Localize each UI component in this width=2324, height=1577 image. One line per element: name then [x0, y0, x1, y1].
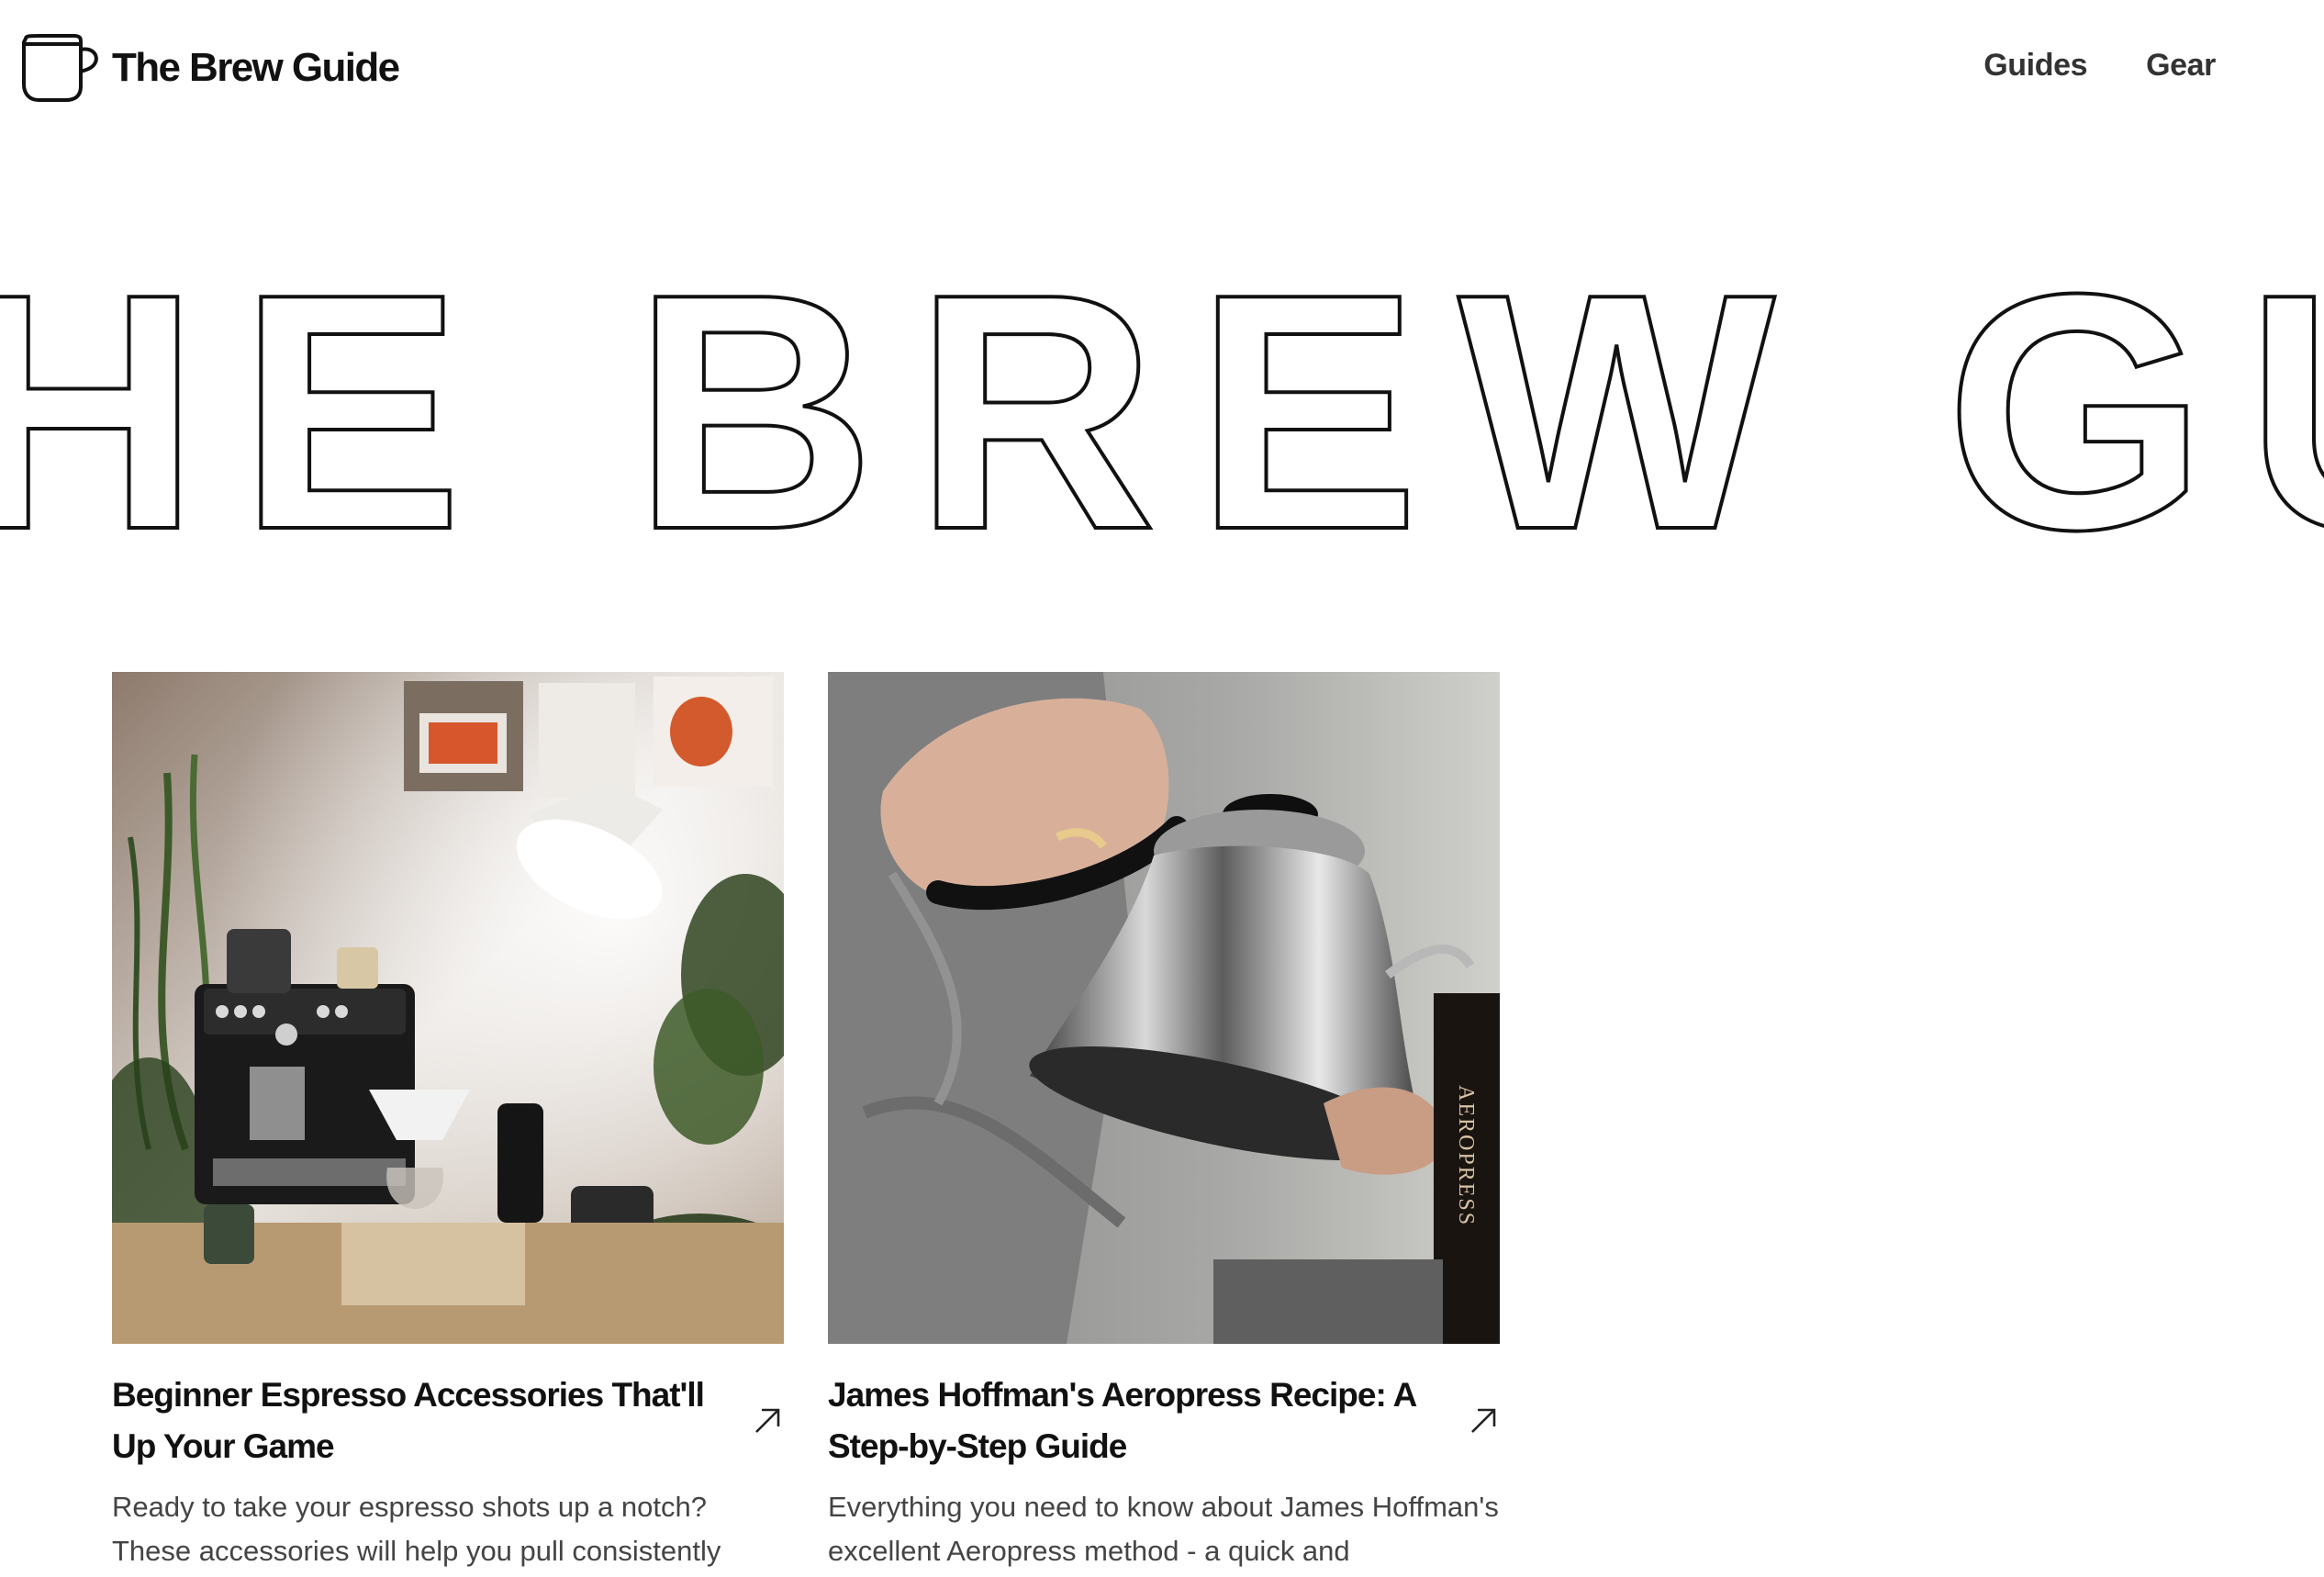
nav-guides[interactable]: Guides [1983, 48, 2087, 84]
hero-title: THE BREW GUIDE [0, 266, 2324, 560]
card-title: James Hoffman's Aeropress Recipe: A Step… [828, 1376, 1416, 1465]
nav-gear[interactable]: Gear [2146, 48, 2216, 84]
coffee-mug-icon [22, 34, 98, 102]
kettle-pour-photo: AEROPRESS [828, 672, 1500, 1344]
page: The Brew Guide Guides Gear THE BREW GUID… [0, 0, 2324, 1577]
main-nav: Guides Gear [1983, 48, 2216, 84]
card-title-row: Beginner Espresso Accessories That'll Up… [112, 1370, 784, 1472]
brand-link[interactable]: The Brew Guide [20, 33, 400, 103]
card-title: Beginner Espresso Accessories That'll Up… [112, 1376, 705, 1465]
card-title-row: James Hoffman's Aeropress Recipe: A Step… [828, 1370, 1500, 1472]
article-card[interactable]: AEROPRESS James Hoffman's Aeropress Reci… [828, 672, 1500, 1573]
hero-outline-text: THE BREW GUIDE [0, 266, 2324, 560]
article-card[interactable]: Beginner Espresso Accessories That'll Up… [112, 672, 784, 1573]
hero-banner: THE BREW GUIDE [0, 266, 2324, 560]
card-description: Everything you need to know about James … [828, 1491, 1499, 1567]
arrow-up-right-icon [1471, 1408, 1496, 1433]
aeropress-label: AEROPRESS [1454, 1085, 1478, 1226]
arrow-up-right-icon [755, 1408, 780, 1433]
brand-name: The Brew Guide [112, 45, 400, 90]
espresso-machine-photo [112, 672, 784, 1344]
card-description: Ready to take your espresso shots up a n… [112, 1491, 721, 1567]
site-header: The Brew Guide Guides Gear [0, 0, 2324, 138]
